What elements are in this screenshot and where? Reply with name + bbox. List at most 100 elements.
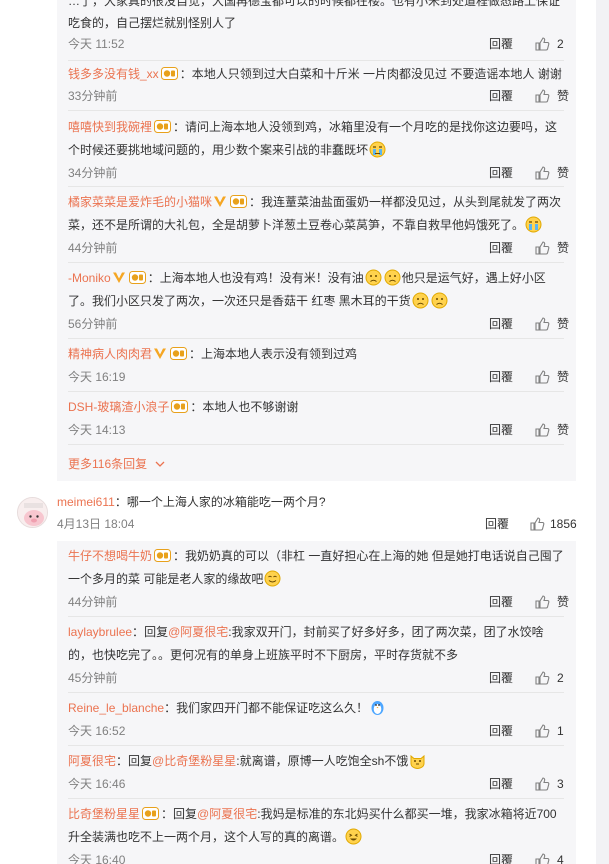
comment-meta: 今天 16:46 回覆 3 — [68, 775, 568, 793]
user-name[interactable]: Reine_le_blanche — [68, 701, 164, 715]
reply-button[interactable]: 回覆 — [489, 315, 513, 333]
more-replies-link[interactable]: 更多116条回复 — [68, 455, 165, 473]
avatar[interactable] — [17, 497, 48, 528]
scrollbar[interactable] — [596, 0, 609, 864]
comment-text: 吃食的，自己摆烂就别怪别人了 — [68, 16, 237, 30]
comment-meta: 56分钟前 回覆 赞 — [68, 315, 569, 333]
like-count: 赞 — [557, 595, 570, 609]
reply-button[interactable]: 回覆 — [489, 87, 513, 105]
user-name[interactable]: meimei611 — [57, 495, 115, 509]
thumbs-up-icon[interactable] — [534, 776, 550, 792]
thumbs-up-icon[interactable] — [534, 316, 550, 332]
mention-link[interactable]: @阿夏很宅 — [168, 625, 228, 639]
like-count: 3 — [557, 777, 564, 791]
fan-badge-icon — [154, 549, 172, 562]
timestamp: 33分钟前 — [68, 89, 118, 103]
comment-text: 精神病人肉肉君 ：上海本地人表示没有领到过鸡 — [68, 347, 358, 361]
reply-button[interactable]: 回覆 — [489, 775, 513, 793]
thumbs-up-icon[interactable] — [534, 36, 550, 52]
user-name[interactable]: DSH-玻璃渣小浪子 — [68, 400, 169, 414]
like-count: 赞 — [557, 423, 570, 437]
comment-text: 一个多月的菜 可能是老人家的缘故吧 — [68, 568, 568, 591]
user-name[interactable]: 阿夏很宅 — [68, 754, 116, 768]
comment-text: 菜，还不是所谓的大礼包，全是胡萝卜洋葱土豆卷心菜莴笋，不靠自救早他妈饿死了。 — [68, 214, 568, 237]
reply-button[interactable]: 回覆 — [485, 515, 509, 533]
fan-badge-icon — [128, 271, 146, 284]
comment-text: 嘻嘻快到我碗裡 ：请问上海本地人没领到鸡，冰箱里没有一个月吃的是找你这边要吗，这 — [68, 120, 558, 134]
sad-face-icon — [384, 269, 401, 286]
timestamp: 今天 16:19 — [68, 370, 126, 384]
thumbs-up-icon[interactable] — [534, 723, 550, 739]
thumbs-up-icon[interactable] — [534, 88, 550, 104]
cat-face-icon — [410, 754, 425, 769]
crying-face-icon — [369, 141, 386, 158]
reply-button[interactable]: 回覆 — [489, 368, 513, 386]
user-name[interactable]: laylaybrulee — [68, 625, 132, 639]
list-item: 嘻嘻快到我碗裡 ：请问上海本地人没领到鸡，冰箱里没有一个月吃的是找你这边要吗，这 … — [68, 116, 569, 180]
vip-badge-icon — [154, 348, 167, 359]
comment-meta: 44分钟前 回覆 赞 — [68, 239, 569, 257]
thumbs-up-icon[interactable] — [529, 516, 545, 532]
comment-text: 了。我们小区只发了两次，一次还只是香菇干 红枣 黑木耳的干货 — [68, 290, 568, 313]
comment-text: laylaybrulee：回复@阿夏很宅:我家双开门，封前买了好多好多，团了两次… — [68, 625, 544, 639]
comment-text: 升全装满也吃不上一两个月，这个人写的真的离谱。 — [68, 826, 568, 849]
user-name[interactable]: 钱多多没有钱_xx — [68, 67, 159, 81]
mention-link[interactable]: @比奇堡粉星星 — [152, 754, 236, 768]
user-name[interactable]: 精神病人肉肉君 — [68, 347, 152, 361]
list-item: 牛仔不想喝牛奶 ：我奶奶真的可以（非杠 一直好担心在上海的她 但是她打电话说自己囤… — [68, 545, 569, 609]
thumbs-up-icon[interactable] — [534, 240, 550, 256]
user-name[interactable]: 橘家菜菜是爱炸毛的小猫咪 — [68, 195, 212, 209]
comment-text: -Moniko ：上海本地人也没有鸡！没有米！没有油 他只是运气好，遇上好小区 — [68, 269, 546, 286]
list-item: Reine_le_blanche：我们家四开门都不能保证吃这么久！ 今天 16:… — [68, 697, 568, 738]
reply-button[interactable]: 回覆 — [489, 593, 513, 611]
comment-meta: 今天 16:40 回覆 4 — [68, 851, 568, 864]
reply-button[interactable]: 回覆 — [489, 421, 513, 439]
like-count: 2 — [557, 37, 564, 51]
like-count: 4 — [557, 853, 564, 864]
user-name[interactable]: -Moniko — [68, 271, 111, 285]
thumbs-up-icon[interactable] — [534, 369, 550, 385]
list-item: -Moniko ：上海本地人也没有鸡！没有米！没有油 他只是运气好，遇上好小区 了。… — [68, 267, 569, 331]
comment-meta: 44分钟前 回覆 赞 — [68, 593, 570, 611]
comment-meta: 45分钟前 回覆 2 — [68, 669, 568, 687]
user-name[interactable]: 牛仔不想喝牛奶 — [68, 549, 152, 563]
laughing-face-icon — [345, 828, 362, 845]
timestamp: 今天 16:46 — [68, 777, 126, 791]
timestamp: 今天 16:40 — [68, 853, 126, 864]
thumbs-up-icon[interactable] — [534, 670, 550, 686]
list-item: 比奇堡粉星星 ：回复@阿夏很宅:我妈是标准的东北妈买什么都买一堆，我家冰箱将近70… — [68, 803, 568, 864]
timestamp: 34分钟前 — [68, 166, 118, 180]
fan-badge-icon — [230, 195, 248, 208]
comment-text: …了，大家真的很没自觉，大国再德宝都可以的时候都在楼。也有小米到处道程做态路上保… — [68, 0, 561, 8]
fan-badge-icon — [171, 400, 189, 413]
reply-button[interactable]: 回覆 — [489, 722, 513, 740]
comment-meta: 今天 14:13 回覆 赞 — [68, 421, 570, 439]
thumbs-up-icon[interactable] — [534, 422, 550, 438]
reply-button[interactable]: 回覆 — [489, 35, 513, 53]
reply-button[interactable]: 回覆 — [489, 851, 513, 864]
timestamp: 今天 16:52 — [68, 724, 126, 738]
list-item: laylaybrulee：回复@阿夏很宅:我家双开门，封前买了好多好多，团了两次… — [68, 621, 568, 685]
penguin-emoji-icon — [371, 701, 384, 715]
comment-text: 的，也快吃完了。。更何况有的单身上班族平时不下厨房，平时存货就不多 — [68, 648, 459, 662]
user-name[interactable]: 嘻嘻快到我碗裡 — [68, 120, 152, 134]
list-item: 阿夏很宅：回复@比奇堡粉星星:就离谱，原博一人吃饱全sh不饿 今天 16:46 … — [68, 750, 568, 791]
reply-button[interactable]: 回覆 — [489, 239, 513, 257]
like-count: 1856 — [550, 517, 577, 531]
like-count: 赞 — [557, 89, 570, 103]
mention-link[interactable]: @阿夏很宅 — [197, 807, 257, 821]
reply-button[interactable]: 回覆 — [489, 669, 513, 687]
timestamp: 45分钟前 — [68, 671, 118, 685]
avatar-image — [18, 498, 47, 527]
list-item: 精神病人肉肉君 ：上海本地人表示没有领到过鸡 今天 16:19 回覆 赞 — [68, 343, 569, 384]
comment-page: …了，大家真的很没自觉，大国再德宝都可以的时候都在楼。也有小米到处道程做态路上保… — [0, 0, 596, 864]
comment-text: Reine_le_blanche：我们家四开门都不能保证吃这么久！ — [68, 697, 568, 720]
thumbs-up-icon[interactable] — [534, 594, 550, 610]
thumbs-up-icon[interactable] — [534, 852, 550, 864]
comment-text: 钱多多没有钱_xx ：本地人只领到过大白菜和十斤米 一片肉都没见过 不要造谣本地人… — [68, 67, 562, 81]
thumbs-up-icon[interactable] — [534, 165, 550, 181]
reply-button[interactable]: 回覆 — [489, 164, 513, 182]
user-name[interactable]: 比奇堡粉星星 — [68, 807, 140, 821]
sad-face-icon — [431, 292, 448, 309]
comment-meta: 今天 16:52 回覆 1 — [68, 722, 568, 740]
